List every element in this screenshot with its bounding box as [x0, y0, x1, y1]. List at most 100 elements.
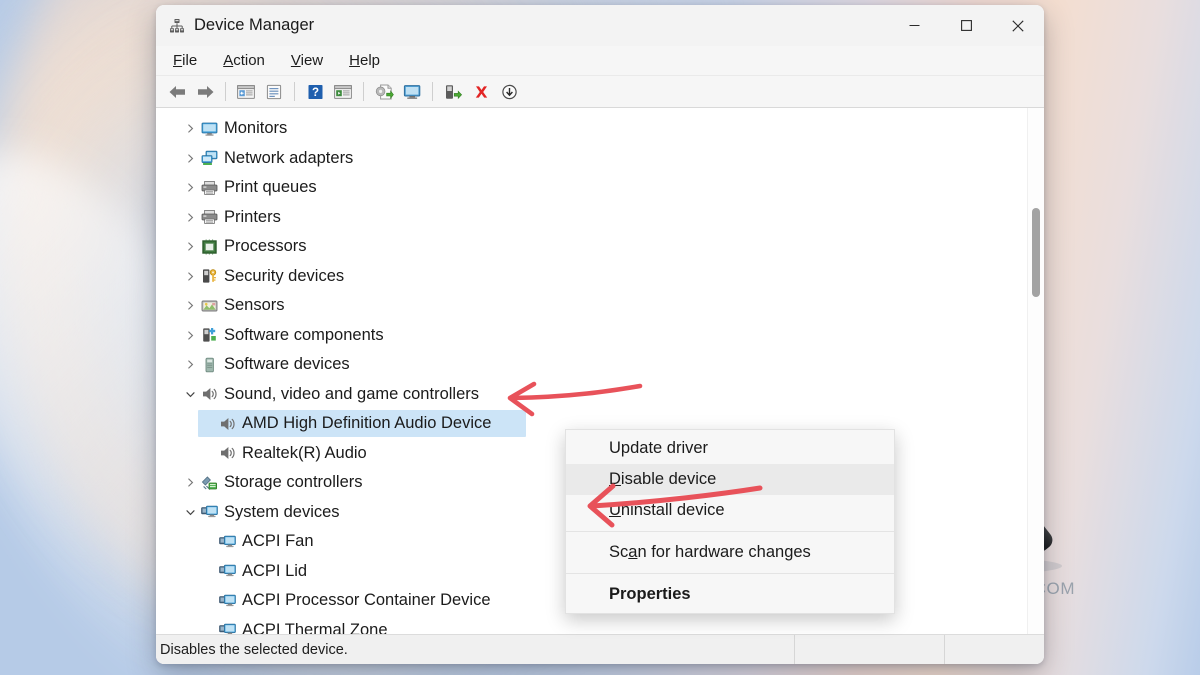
disable-device-button[interactable] — [496, 79, 522, 105]
context-menu-item-update-driver[interactable]: Update driver — [566, 433, 894, 464]
back-button[interactable] — [164, 79, 190, 105]
tree-item-label: Print queues — [224, 178, 317, 197]
minimize-icon — [909, 25, 919, 26]
menu-accel: V — [290, 52, 301, 69]
tree-item-security-devices[interactable]: Security devices — [156, 262, 1027, 292]
tree-item-print-queues[interactable]: Print queues — [156, 173, 1027, 203]
tree-item-label: Network adapters — [224, 148, 354, 167]
tree-item-sound-video-and-game-controllers[interactable]: Sound, video and game controllers — [156, 380, 1027, 410]
storage-controller-icon — [198, 475, 220, 491]
forward-icon — [197, 85, 213, 98]
scan-hardware-changes-button[interactable] — [399, 79, 425, 105]
show-hide-console-tree-icon — [237, 84, 255, 99]
tree-item-label: AMD High Definition Audio Device — [242, 414, 492, 433]
tree-item-acpi-thermal-zone[interactable]: ACPI Thermal Zone — [156, 616, 1027, 634]
tree-item-monitors[interactable]: Monitors — [156, 114, 1027, 144]
properties-icon — [266, 84, 282, 99]
toolbar: ? — [156, 76, 1044, 108]
show-hide-console-tree-button[interactable] — [233, 79, 259, 105]
tree-item-network-adapters[interactable]: Network adapters — [156, 144, 1027, 174]
tree-item-label: Printers — [224, 207, 281, 226]
chevron-right-icon[interactable] — [183, 291, 198, 320]
properties-button[interactable] — [261, 79, 287, 105]
chevron-right-icon[interactable] — [183, 114, 198, 143]
menu-bar: File Action View Help — [156, 46, 1044, 76]
speaker-icon — [198, 386, 220, 402]
context-menu-item-properties[interactable]: Properties — [566, 579, 894, 610]
device-manager-icon — [170, 18, 184, 32]
speaker-icon — [216, 416, 238, 432]
chevron-right-icon[interactable] — [183, 350, 198, 379]
status-segment-divider — [944, 635, 945, 664]
context-menu-item-uninstall-device[interactable]: Uninstall device — [566, 495, 894, 526]
menu-item-help[interactable]: Help — [346, 51, 383, 70]
desktop-background: KAPILARYA.COM Device Manager — [0, 0, 1200, 675]
tree-item-printers[interactable]: Printers — [156, 203, 1027, 233]
enable-device-icon — [445, 84, 462, 99]
window-title: Device Manager — [194, 16, 315, 34]
update-driver-icon — [375, 84, 394, 99]
enable-device-button[interactable] — [440, 79, 466, 105]
context-menu-accel: U — [609, 501, 621, 519]
context-menu-accel: D — [609, 470, 621, 488]
tree-item-label: Sensors — [224, 296, 285, 315]
context-menu-separator — [566, 573, 894, 574]
title-bar: Device Manager — [156, 5, 1044, 46]
tree-item-label: Software components — [224, 325, 384, 344]
status-text: Disables the selected device. — [160, 641, 348, 658]
tree-item-sensors[interactable]: Sensors — [156, 291, 1027, 321]
tree-item-label: ACPI Fan — [242, 532, 314, 551]
chevron-right-icon[interactable] — [183, 232, 198, 261]
speaker-icon — [216, 445, 238, 461]
tree-item-label: Storage controllers — [224, 473, 363, 492]
toolbar-separator — [432, 82, 433, 101]
tree-item-label: System devices — [224, 502, 340, 521]
scan-hardware-changes-icon — [403, 84, 420, 99]
uninstall-device-icon — [475, 85, 487, 98]
help-button[interactable]: ? — [302, 79, 328, 105]
context-menu-item-scan-for-hardware-changes[interactable]: Sc a n for hardware changes — [566, 537, 894, 568]
back-icon — [169, 85, 185, 98]
uninstall-device-button[interactable] — [468, 79, 494, 105]
context-menu[interactable]: Update driver Disable device Uninstall dev… — [565, 429, 895, 614]
chevron-right-icon[interactable] — [183, 321, 198, 350]
system-device-icon — [198, 504, 220, 520]
close-button[interactable] — [992, 5, 1044, 46]
tree-item-software-devices[interactable]: Software devices — [156, 350, 1027, 380]
network-adapter-icon — [198, 150, 220, 166]
tree-scrollbar[interactable] — [1027, 108, 1044, 634]
menu-item-action[interactable]: Action — [220, 51, 268, 70]
security-device-icon — [198, 268, 220, 284]
context-menu-item-disable-device[interactable]: Disable device — [566, 464, 894, 495]
menu-item-file[interactable]: File — [170, 51, 200, 70]
chevron-right-icon[interactable] — [183, 262, 198, 291]
chevron-down-icon[interactable] — [183, 380, 198, 409]
chevron-right-icon[interactable] — [183, 203, 198, 232]
tree-scrollbar-thumb[interactable] — [1032, 207, 1040, 298]
chevron-down-icon[interactable] — [183, 498, 198, 527]
forward-button[interactable] — [192, 79, 218, 105]
tree-item-label: Sound, video and game controllers — [224, 384, 479, 403]
software-component-icon — [198, 327, 220, 343]
tree-item-label: Monitors — [224, 119, 288, 138]
context-menu-accel: a — [628, 543, 638, 561]
disable-device-icon — [501, 84, 517, 99]
chevron-right-icon[interactable] — [183, 144, 198, 173]
show-hide-action-pane-button[interactable] — [330, 79, 356, 105]
menu-accel: A — [223, 52, 234, 69]
tree-item-software-components[interactable]: Software components — [156, 321, 1027, 351]
window-controls — [888, 5, 1044, 46]
status-bar: Disables the selected device. — [156, 634, 1044, 664]
system-device-icon — [216, 593, 238, 609]
update-driver-button[interactable] — [371, 79, 397, 105]
menu-item-view[interactable]: View — [288, 51, 326, 70]
tree-item-processors[interactable]: Processors — [156, 232, 1027, 262]
tree-item-label: Processors — [224, 237, 307, 256]
show-hide-action-pane-icon — [334, 84, 352, 99]
chevron-right-icon[interactable] — [183, 173, 198, 202]
printer-icon — [198, 180, 220, 196]
chevron-right-icon[interactable] — [183, 468, 198, 497]
close-icon — [1012, 19, 1024, 32]
minimize-button[interactable] — [888, 5, 940, 46]
maximize-button[interactable] — [940, 5, 992, 46]
